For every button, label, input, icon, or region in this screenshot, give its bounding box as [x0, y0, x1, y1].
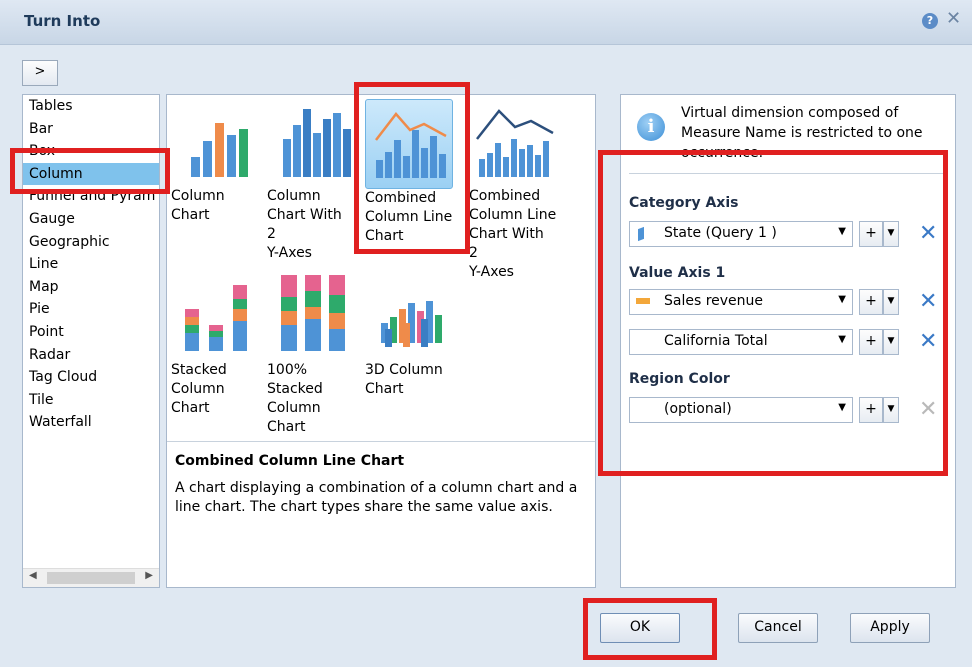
- chart-label: Stacked Column Chart: [171, 362, 227, 416]
- chevron-down-icon: ▼: [838, 294, 846, 305]
- dimension-icon: [638, 226, 644, 242]
- value-axis-select-1[interactable]: Sales revenue ▼: [629, 289, 853, 315]
- value-options-button[interactable]: ▼: [883, 289, 899, 315]
- chart-tile-combined-column-line[interactable]: Combined Column Line Chart: [365, 99, 453, 246]
- category-item-bar[interactable]: Bar: [23, 118, 159, 141]
- expand-button[interactable]: >: [22, 60, 58, 86]
- category-item-box[interactable]: Box: [23, 140, 159, 163]
- chart-label: Column Chart With 2 Y-Axes: [267, 188, 342, 261]
- stacked-column-icon: [171, 273, 259, 361]
- apply-button[interactable]: Apply: [850, 613, 930, 643]
- category-item-tile[interactable]: Tile: [23, 389, 159, 412]
- value-axis-select-2[interactable]: California Total ▼: [629, 329, 853, 355]
- value-axis-value-2: California Total: [664, 333, 768, 349]
- category-item-point[interactable]: Point: [23, 321, 159, 344]
- percent-stacked-column-icon: [267, 273, 355, 361]
- chevron-down-icon: ▼: [838, 226, 846, 237]
- category-item-funnel-and-pyram[interactable]: Funnel and Pyram: [23, 185, 159, 208]
- add-value-button[interactable]: +: [859, 289, 883, 315]
- category-item-column[interactable]: Column: [23, 162, 159, 186]
- chevron-down-icon: ▼: [838, 334, 846, 345]
- value-axis-value-1: Sales revenue: [664, 293, 764, 309]
- chart-tile-column-two-axes[interactable]: Column Chart With 2 Y-Axes: [267, 99, 355, 263]
- scroll-right-icon[interactable]: ▶: [145, 570, 153, 581]
- chart-label: Combined Column Line Chart: [365, 190, 453, 244]
- category-axis-value: State (Query 1 ): [664, 225, 777, 241]
- chart-tile-column[interactable]: Column Chart: [171, 99, 259, 225]
- chart-type-panel: Column Chart Column Chart With 2 Y-Axes: [166, 94, 596, 588]
- chart-tile-combined-column-line-two-axes[interactable]: Combined Column Line Chart With 2 Y-Axes: [469, 99, 557, 282]
- remove-value-icon-2[interactable]: ✕: [919, 331, 937, 353]
- axis-config-panel: i Virtual dimension composed of Measure …: [620, 94, 956, 588]
- category-item-map[interactable]: Map: [23, 276, 159, 299]
- turn-into-dialog: Turn Into ? ✕ > Tables Bar Box Column Funnel…: [0, 0, 972, 667]
- combined-column-line-icon: [365, 99, 453, 189]
- add-value-button-2[interactable]: +: [859, 329, 883, 355]
- combined-column-line-two-axes-icon: [469, 99, 557, 187]
- value-options-button-2[interactable]: ▼: [883, 329, 899, 355]
- category-axis-select[interactable]: State (Query 1 ) ▼: [629, 221, 853, 247]
- chart-label: 100% Stacked Column Chart: [267, 362, 323, 435]
- category-axis-label: Category Axis: [629, 195, 739, 211]
- chart-tile-stacked-column[interactable]: Stacked Column Chart: [171, 273, 259, 418]
- measure-icon: [636, 298, 650, 304]
- title-bar: Turn Into ? ✕: [0, 0, 972, 45]
- scroll-thumb[interactable]: [47, 572, 135, 584]
- chevron-down-icon: ▼: [838, 402, 846, 413]
- chart-label: Combined Column Line Chart With 2 Y-Axes: [469, 188, 557, 280]
- divider: [629, 173, 947, 174]
- category-item-radar[interactable]: Radar: [23, 344, 159, 367]
- column-chart-icon: [171, 99, 259, 187]
- question-icon[interactable]: ?: [922, 13, 938, 29]
- remove-region-icon: ✕: [919, 397, 938, 422]
- category-options-button[interactable]: ▼: [883, 221, 899, 247]
- column-chart-two-axes-icon: [267, 99, 355, 187]
- value-axis-label: Value Axis 1: [629, 265, 726, 281]
- region-color-value: (optional): [664, 401, 732, 417]
- horizontal-scrollbar[interactable]: ◀ ▶: [23, 568, 159, 587]
- chart-tile-3d-column[interactable]: 3D Column Chart: [365, 273, 453, 399]
- chart-label: 3D Column Chart: [365, 362, 443, 397]
- ok-button[interactable]: OK: [600, 613, 680, 643]
- chart-category-list: Tables Bar Box Column Funnel and Pyram Gauge G…: [22, 94, 160, 588]
- chart-label: Column Chart: [171, 188, 225, 223]
- chart-tile-percent-stacked-column[interactable]: 100% Stacked Column Chart: [267, 273, 355, 437]
- remove-value-icon[interactable]: ✕: [919, 291, 937, 313]
- 3d-column-icon: [365, 273, 453, 361]
- info-message: Virtual dimension composed of Measure Na…: [681, 105, 923, 161]
- region-options-button[interactable]: ▼: [883, 397, 899, 423]
- category-item-gauge[interactable]: Gauge: [23, 208, 159, 231]
- dialog-title: Turn Into: [24, 12, 101, 30]
- category-item-tables[interactable]: Tables: [23, 95, 159, 118]
- category-item-tag-cloud[interactable]: Tag Cloud: [23, 366, 159, 389]
- description-text: A chart displaying a combination of a co…: [175, 480, 578, 515]
- add-category-button[interactable]: +: [859, 221, 883, 247]
- description-divider: [167, 441, 595, 442]
- info-icon: i: [637, 113, 665, 141]
- category-item-geographic[interactable]: Geographic: [23, 231, 159, 254]
- description-title: Combined Column Line Chart: [175, 453, 405, 469]
- add-region-button[interactable]: +: [859, 397, 883, 423]
- category-item-pie[interactable]: Pie: [23, 298, 159, 321]
- region-color-select[interactable]: (optional) ▼: [629, 397, 853, 423]
- category-item-waterfall[interactable]: Waterfall: [23, 411, 159, 434]
- category-item-line[interactable]: Line: [23, 253, 159, 276]
- region-color-label: Region Color: [629, 371, 730, 387]
- scroll-left-icon[interactable]: ◀: [29, 570, 37, 581]
- remove-category-icon[interactable]: ✕: [919, 223, 937, 245]
- cancel-button[interactable]: Cancel: [738, 613, 818, 643]
- close-icon[interactable]: ✕: [946, 8, 961, 29]
